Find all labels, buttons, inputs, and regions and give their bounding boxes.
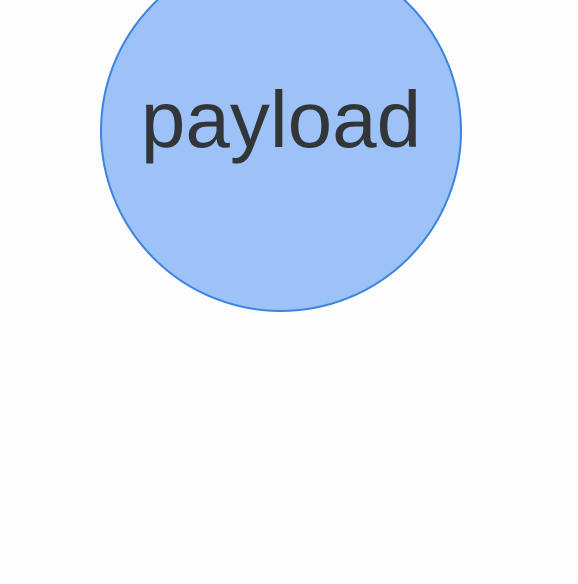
payload-node-label: payload: [140, 75, 422, 164]
diagram-canvas: payload: [0, 0, 578, 584]
